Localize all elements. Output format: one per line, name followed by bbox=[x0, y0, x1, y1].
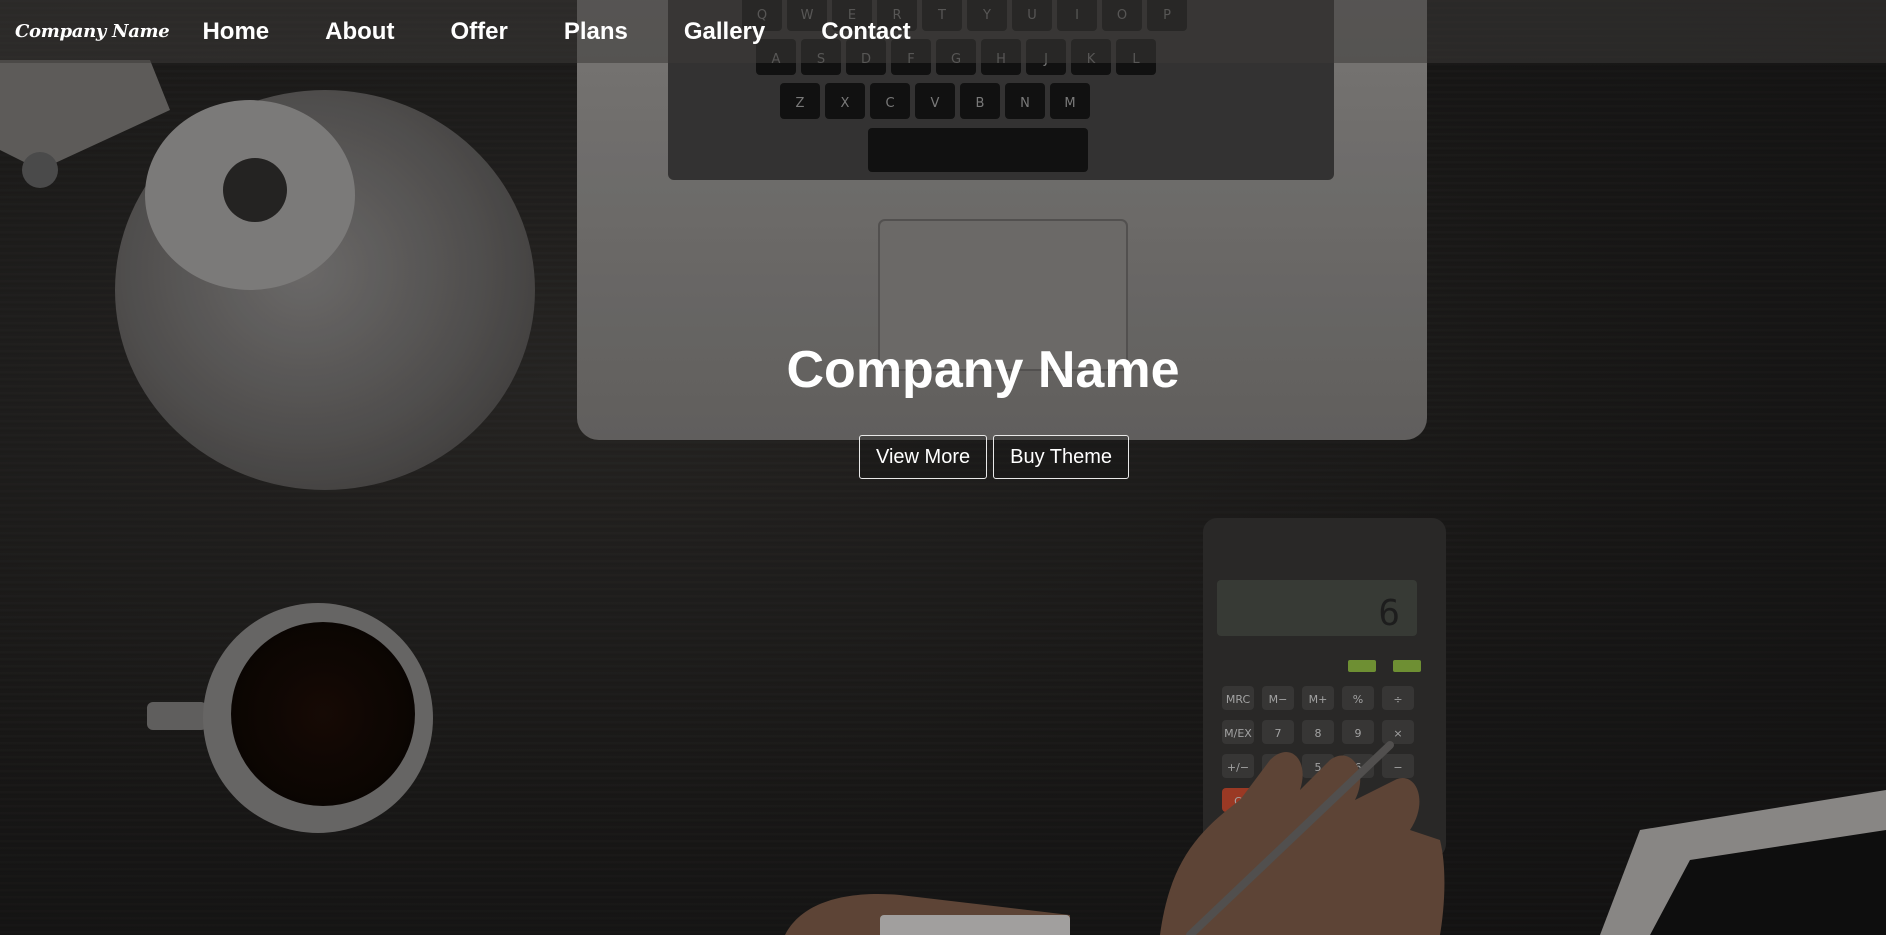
buy-theme-button[interactable]: Buy Theme bbox=[993, 435, 1130, 479]
nav-link-contact[interactable]: Contact bbox=[821, 18, 910, 46]
view-more-button[interactable]: View More bbox=[859, 435, 988, 479]
nav-link-offer[interactable]: Offer bbox=[450, 18, 507, 46]
nav-link-home[interactable]: Home bbox=[202, 18, 269, 46]
top-navbar: Company Name Home About Offer Plans Gall… bbox=[0, 0, 1886, 63]
nav-link-gallery[interactable]: Gallery bbox=[684, 18, 765, 46]
nav-link-plans[interactable]: Plans bbox=[564, 18, 628, 46]
hero-title: Company Name bbox=[786, 341, 1180, 399]
nav-link-about[interactable]: About bbox=[325, 18, 394, 46]
hero-section: QWERTYUIOPASDFGHJKLZXCVBNM 6 MRCM−M+%÷M/… bbox=[0, 0, 1886, 935]
hero-button-group: View More Buy Theme bbox=[859, 435, 1130, 479]
brand-logo[interactable]: Company Name bbox=[15, 21, 170, 42]
